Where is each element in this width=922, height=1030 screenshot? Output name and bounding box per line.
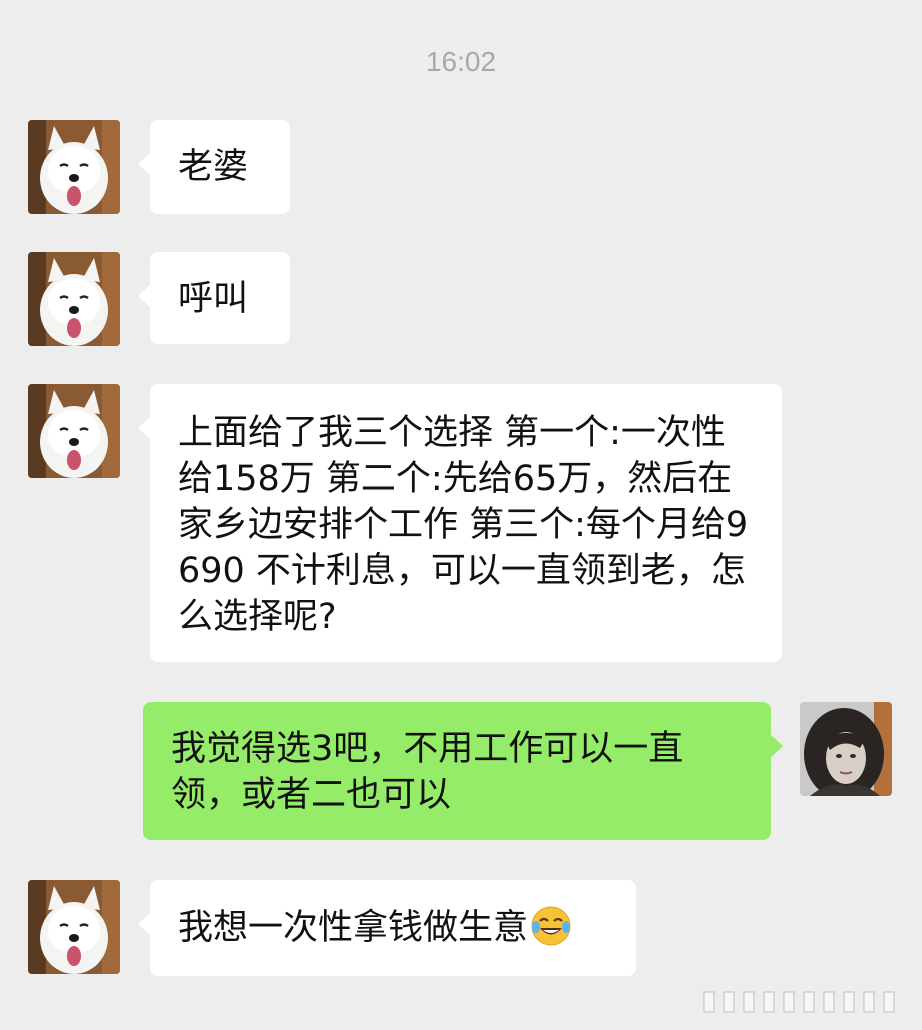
message-text: 我想一次性拿钱做生意 — [178, 908, 529, 948]
outgoing-message-bubble[interactable]: 我觉得选3吧，不用工作可以一直领，或者二也可以 — [143, 702, 783, 840]
incoming-message-bubble[interactable]: 我想一次性拿钱做生意 — [138, 880, 636, 976]
barcode-watermark-icon — [702, 988, 902, 1016]
samoyed-avatar-icon[interactable] — [28, 384, 120, 478]
samoyed-avatar-icon[interactable] — [28, 880, 120, 974]
message-text: 上面给了我三个选择 第一个:一次性给158万 第二个:先给65万，然后在家乡边安… — [178, 413, 749, 637]
message-text: 我觉得选3吧，不用工作可以一直领，或者二也可以 — [171, 729, 684, 815]
samoyed-avatar-icon[interactable] — [28, 252, 120, 346]
incoming-message-bubble[interactable]: 上面给了我三个选择 第一个:一次性给158万 第二个:先给65万，然后在家乡边安… — [138, 384, 782, 662]
incoming-message-bubble[interactable]: 呼叫 — [138, 252, 290, 344]
chat-timestamp: 16:02 — [425, 46, 497, 77]
message-text: 老婆 — [178, 147, 249, 187]
message-text: 呼叫 — [178, 279, 249, 319]
incoming-message-bubble[interactable]: 老婆 — [138, 120, 290, 214]
woman-portrait-avatar-icon[interactable] — [800, 702, 892, 796]
samoyed-avatar-icon[interactable] — [28, 120, 120, 214]
chat-window: 16:02 老婆 呼叫 上面给了我三个选择 第一个:一次性给158万 第二个:先… — [0, 0, 922, 1030]
crying-laughing-emoji-icon — [530, 905, 572, 959]
